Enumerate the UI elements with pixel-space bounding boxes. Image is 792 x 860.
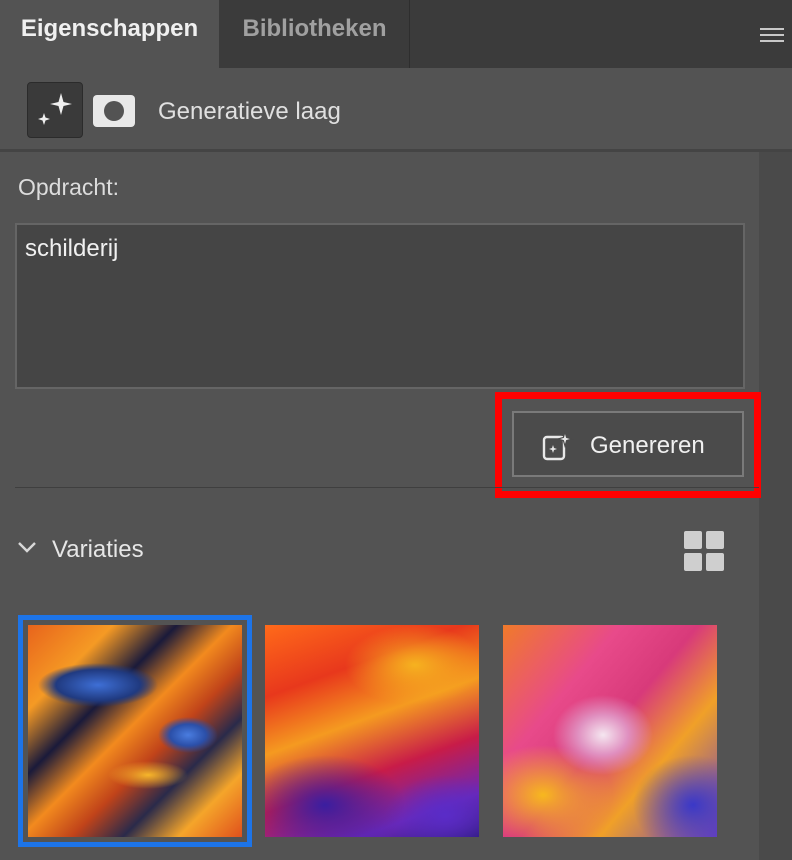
generative-layer-button[interactable] bbox=[27, 82, 83, 138]
tab-eigenschappen[interactable]: Eigenschappen bbox=[0, 0, 219, 68]
prompt-input[interactable]: schilderij bbox=[15, 223, 745, 389]
grid-view-icon[interactable] bbox=[684, 531, 726, 573]
panel-tabbar: Eigenschappen Bibliotheken bbox=[0, 0, 792, 68]
scrollbar[interactable] bbox=[759, 152, 792, 860]
variation-thumbnail-3[interactable] bbox=[503, 625, 717, 837]
generate-button[interactable]: Genereren bbox=[512, 411, 744, 477]
hamburger-menu-icon[interactable] bbox=[760, 28, 784, 42]
layer-info-bar: Generatieve laag bbox=[0, 68, 792, 152]
generative-sparkle-icon bbox=[38, 93, 72, 125]
generate-sparkle-icon bbox=[542, 431, 574, 461]
layer-type-label: Generatieve laag bbox=[158, 98, 341, 125]
variations-heading[interactable]: Variaties bbox=[52, 536, 144, 564]
divider bbox=[15, 487, 759, 488]
tab-bibliotheken[interactable]: Bibliotheken bbox=[220, 0, 410, 68]
layer-mask-icon[interactable] bbox=[93, 95, 135, 127]
variation-thumbnail-2[interactable] bbox=[265, 625, 479, 837]
prompt-label: Opdracht: bbox=[18, 174, 119, 200]
generate-button-label: Genereren bbox=[590, 432, 705, 459]
chevron-down-icon[interactable] bbox=[16, 540, 38, 554]
variation-thumbnail-1[interactable] bbox=[18, 615, 252, 847]
